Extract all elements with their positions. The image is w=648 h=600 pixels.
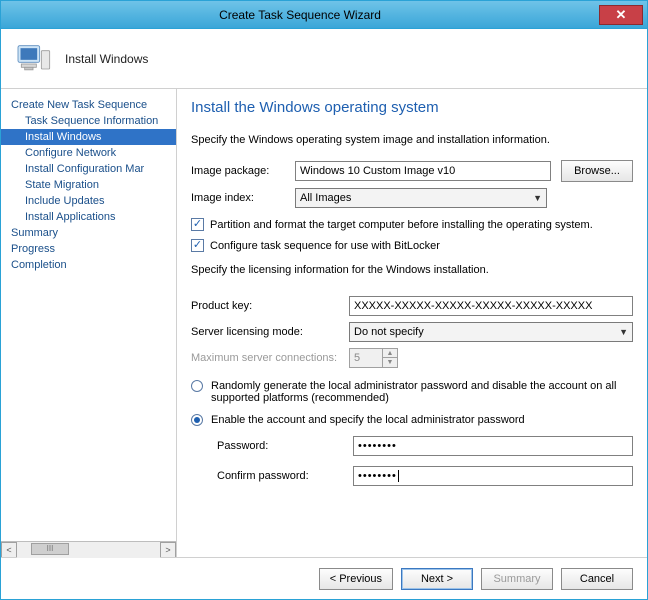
image-index-select[interactable]: All Images ▼	[295, 188, 547, 208]
nav-item-completion[interactable]: Completion	[1, 257, 176, 273]
server-mode-value: Do not specify	[354, 326, 424, 338]
admin-password-radios: Randomly generate the local administrato…	[191, 376, 633, 486]
nav-item-install-windows[interactable]: Install Windows	[1, 129, 176, 145]
row-bitlocker-checkbox: ✓ Configure task sequence for use with B…	[191, 239, 633, 252]
scroll-left-button[interactable]: <	[1, 542, 17, 558]
max-conn-value: 5	[349, 348, 383, 368]
image-index-label: Image index:	[191, 192, 295, 204]
chevron-down-icon: ▼	[619, 327, 628, 337]
server-mode-select[interactable]: Do not specify ▼	[349, 322, 633, 342]
wizard-footer: < Previous Next > Summary Cancel	[1, 557, 647, 599]
nav-item-configure-network[interactable]: Configure Network	[1, 145, 176, 161]
close-button[interactable]: ✕	[599, 5, 643, 25]
confirm-password-value: ••••••••	[358, 470, 397, 482]
browse-button[interactable]: Browse...	[561, 160, 633, 182]
product-key-label: Product key:	[191, 300, 341, 312]
summary-button: Summary	[481, 568, 553, 590]
wizard-header: Install Windows	[1, 29, 647, 89]
bitlocker-checkbox[interactable]: ✓	[191, 239, 204, 252]
stage-title: Install Windows	[65, 52, 148, 66]
nav-item-include-updates[interactable]: Include Updates	[1, 193, 176, 209]
row-image-index: Image index: All Images ▼	[191, 188, 633, 208]
chevron-down-icon: ▼	[533, 193, 542, 203]
radio-row-specify: Enable the account and specify the local…	[191, 414, 633, 426]
spinner-up-icon: ▲	[383, 349, 397, 358]
scroll-thumb[interactable]: III	[31, 543, 69, 555]
scroll-track[interactable]: III	[17, 542, 160, 558]
radio-row-random: Randomly generate the local administrato…	[191, 380, 633, 404]
row-partition-checkbox: ✓ Partition and format the target comput…	[191, 218, 633, 231]
licensing-grid: Product key: XXXXX-XXXXX-XXXXX-XXXXX-XXX…	[191, 296, 633, 368]
nav-item-task-sequence-info[interactable]: Task Sequence Information	[1, 113, 176, 129]
specify-radio-label: Enable the account and specify the local…	[211, 414, 633, 426]
image-package-value: Windows 10 Custom Image v10	[300, 165, 455, 177]
product-key-input[interactable]: XXXXX-XXXXX-XXXXX-XXXXX-XXXXX-XXXXX	[349, 296, 633, 316]
password-grid: Password: •••••••• Confirm password: •••…	[217, 436, 633, 486]
sidebar-scrollbar[interactable]: < III >	[1, 541, 176, 557]
nav-item-summary[interactable]: Summary	[1, 225, 176, 241]
specify-radio[interactable]	[191, 414, 203, 426]
product-key-value: XXXXX-XXXXX-XXXXX-XXXXX-XXXXX-XXXXX	[354, 300, 592, 312]
text-cursor	[398, 470, 399, 482]
nav-item-progress[interactable]: Progress	[1, 241, 176, 257]
next-button[interactable]: Next >	[401, 568, 473, 590]
nav-item-state-migration[interactable]: State Migration	[1, 177, 176, 193]
spinner-buttons: ▲ ▼	[383, 348, 398, 368]
image-package-input[interactable]: Windows 10 Custom Image v10	[295, 161, 551, 181]
nav-root[interactable]: Create New Task Sequence	[1, 97, 176, 113]
max-conn-spinner: 5 ▲ ▼	[349, 348, 633, 368]
bitlocker-checkbox-label: Configure task sequence for use with Bit…	[210, 240, 440, 252]
image-package-label: Image package:	[191, 165, 295, 177]
scroll-right-button[interactable]: >	[160, 542, 176, 558]
nav-tree: Create New Task Sequence Task Sequence I…	[1, 97, 176, 541]
random-radio[interactable]	[191, 380, 203, 392]
previous-button[interactable]: < Previous	[319, 568, 393, 590]
computer-icon	[11, 37, 55, 81]
partition-checkbox[interactable]: ✓	[191, 218, 204, 231]
password-value: ••••••••	[358, 440, 397, 452]
page-description: Specify the Windows operating system ima…	[191, 134, 633, 146]
random-radio-label: Randomly generate the local administrato…	[211, 380, 633, 404]
server-mode-label: Server licensing mode:	[191, 326, 341, 338]
password-input[interactable]: ••••••••	[353, 436, 633, 456]
window-title: Create Task Sequence Wizard	[1, 8, 599, 22]
partition-checkbox-label: Partition and format the target computer…	[210, 219, 593, 231]
licensing-description: Specify the licensing information for th…	[191, 264, 633, 276]
password-label: Password:	[217, 440, 347, 452]
row-image-package: Image package: Windows 10 Custom Image v…	[191, 160, 633, 182]
spinner-down-icon: ▼	[383, 358, 397, 367]
sidebar: Create New Task Sequence Task Sequence I…	[1, 89, 177, 557]
nav-item-install-applications[interactable]: Install Applications	[1, 209, 176, 225]
image-index-value: All Images	[300, 192, 351, 204]
page-title: Install the Windows operating system	[191, 99, 633, 116]
close-icon: ✕	[616, 7, 627, 23]
wizard-window: Create Task Sequence Wizard ✕ Install Wi…	[0, 0, 648, 600]
nav-item-install-config-mgr[interactable]: Install Configuration Mar	[1, 161, 176, 177]
cancel-button[interactable]: Cancel	[561, 568, 633, 590]
wizard-body: Create New Task Sequence Task Sequence I…	[1, 89, 647, 557]
titlebar: Create Task Sequence Wizard ✕	[1, 1, 647, 29]
content-pane: Install the Windows operating system Spe…	[177, 89, 647, 557]
confirm-password-input[interactable]: ••••••••	[353, 466, 633, 486]
confirm-password-label: Confirm password:	[217, 470, 347, 482]
max-conn-label: Maximum server connections:	[191, 352, 341, 364]
